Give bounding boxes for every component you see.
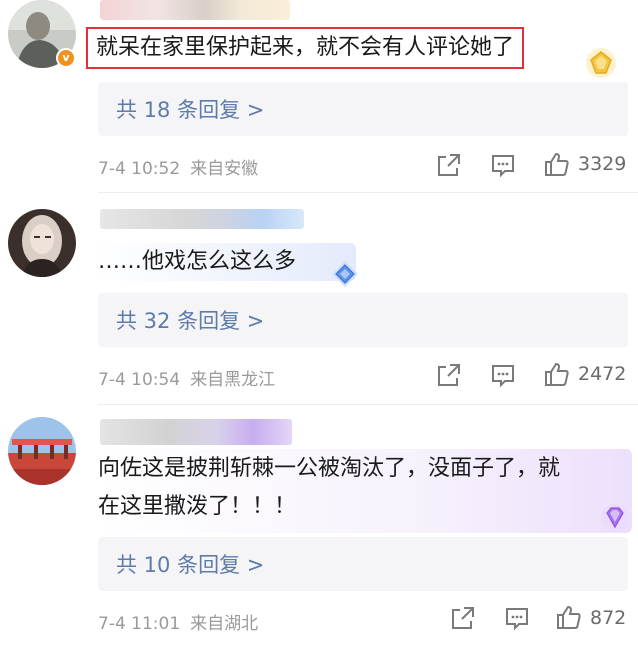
replies-label: 共 18 条回复 >	[116, 98, 265, 122]
username-blurred[interactable]	[100, 419, 292, 445]
comment-date: 7-4 10:52	[98, 159, 181, 179]
avatar[interactable]	[8, 417, 76, 485]
replies-label: 共 32 条回复 >	[116, 309, 265, 333]
username-blurred[interactable]	[100, 209, 304, 229]
comment-icon[interactable]	[490, 362, 516, 388]
comment-date: 7-4 10:54	[98, 370, 181, 390]
comment-date: 7-4 11:01	[98, 614, 181, 634]
comment-meta: 7-4 10:54 来自黑龙江	[98, 365, 275, 390]
like-icon[interactable]	[544, 361, 570, 387]
comment-text: 就呆在家里保护起来，就不会有人评论她了	[86, 27, 525, 69]
divider	[98, 192, 638, 193]
comment-icon[interactable]	[504, 605, 530, 631]
replies-link[interactable]: 共 18 条回复 >	[98, 82, 628, 136]
username-blurred[interactable]	[100, 0, 290, 20]
gem-badge-icon	[328, 257, 362, 291]
share-icon[interactable]	[436, 362, 462, 388]
comment-item: ……他戏怎么这么多 共 32 条回复 > 7-4 10:54 来自黑龙江 2472	[0, 195, 638, 405]
comment-text-line2: 在这里撒泼了！！！	[98, 494, 297, 519]
comment-icon[interactable]	[490, 152, 516, 178]
like-count: 2472	[578, 363, 627, 385]
comment-item: 向佐这是披荆斩棘一公被淘汰了，没面子了，就 在这里撒泼了！！！ 共 10 条回复…	[0, 405, 638, 648]
gem-badge-icon	[598, 501, 632, 535]
like-count: 872	[590, 607, 627, 629]
replies-label: 共 10 条回复 >	[116, 553, 265, 577]
comment-location: 来自黑龙江	[190, 370, 276, 390]
comment-text: ……他戏怎么这么多	[98, 249, 297, 274]
gem-badge-icon	[584, 46, 618, 80]
comment-meta: 7-4 10:52 来自安徽	[98, 154, 258, 179]
share-icon[interactable]	[450, 605, 476, 631]
verified-badge-icon: v	[56, 48, 76, 68]
like-icon[interactable]	[556, 604, 582, 630]
comment-text-line1: 向佐这是披荆斩棘一公被淘汰了，没面子了，就	[98, 456, 561, 481]
replies-link[interactable]: 共 10 条回复 >	[98, 537, 628, 591]
comment-location: 来自湖北	[190, 614, 259, 634]
comment-meta: 7-4 11:01 来自湖北	[98, 609, 258, 634]
comment-location: 来自安徽	[190, 159, 259, 179]
replies-link[interactable]: 共 32 条回复 >	[98, 293, 628, 347]
share-icon[interactable]	[436, 152, 462, 178]
like-icon[interactable]	[544, 151, 570, 177]
like-count: 3329	[578, 153, 627, 175]
avatar[interactable]	[8, 209, 76, 277]
comment-item: v 就呆在家里保护起来，就不会有人评论她了 共 18 条回复 > 7-4 10:…	[0, 0, 638, 195]
